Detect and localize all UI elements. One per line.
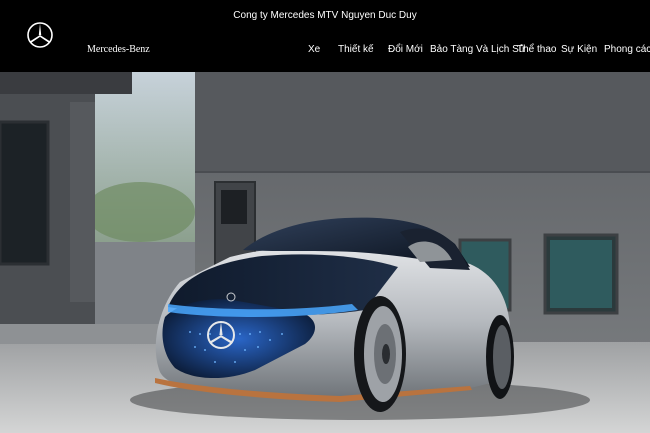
brand-name[interactable]: Mercedes-Benz [87, 44, 150, 55]
nav-item-doi-moi[interactable]: Đổi Mới [388, 44, 423, 55]
hero-image [0, 72, 650, 433]
nav-item-xe[interactable]: Xe [308, 44, 320, 55]
nav-item-su-kien[interactable]: Sự Kiện [561, 44, 597, 55]
mercedes-star-icon[interactable] [26, 17, 56, 54]
company-name: Cong ty Mercedes MTV Nguyen Duc Duy [233, 10, 417, 21]
nav-item-bao-tang[interactable]: Bảo Tàng Và Lịch Sử [430, 44, 525, 55]
site-header: Cong ty Mercedes MTV Nguyen Duc Duy Merc… [0, 0, 650, 72]
nav-item-phong-cach[interactable]: Phong cách [604, 44, 650, 55]
nav-item-the-thao[interactable]: Thể thao [517, 44, 556, 55]
hero-car-illustration [0, 72, 650, 433]
nav-item-thiet-ke[interactable]: Thiết kế [338, 44, 374, 55]
